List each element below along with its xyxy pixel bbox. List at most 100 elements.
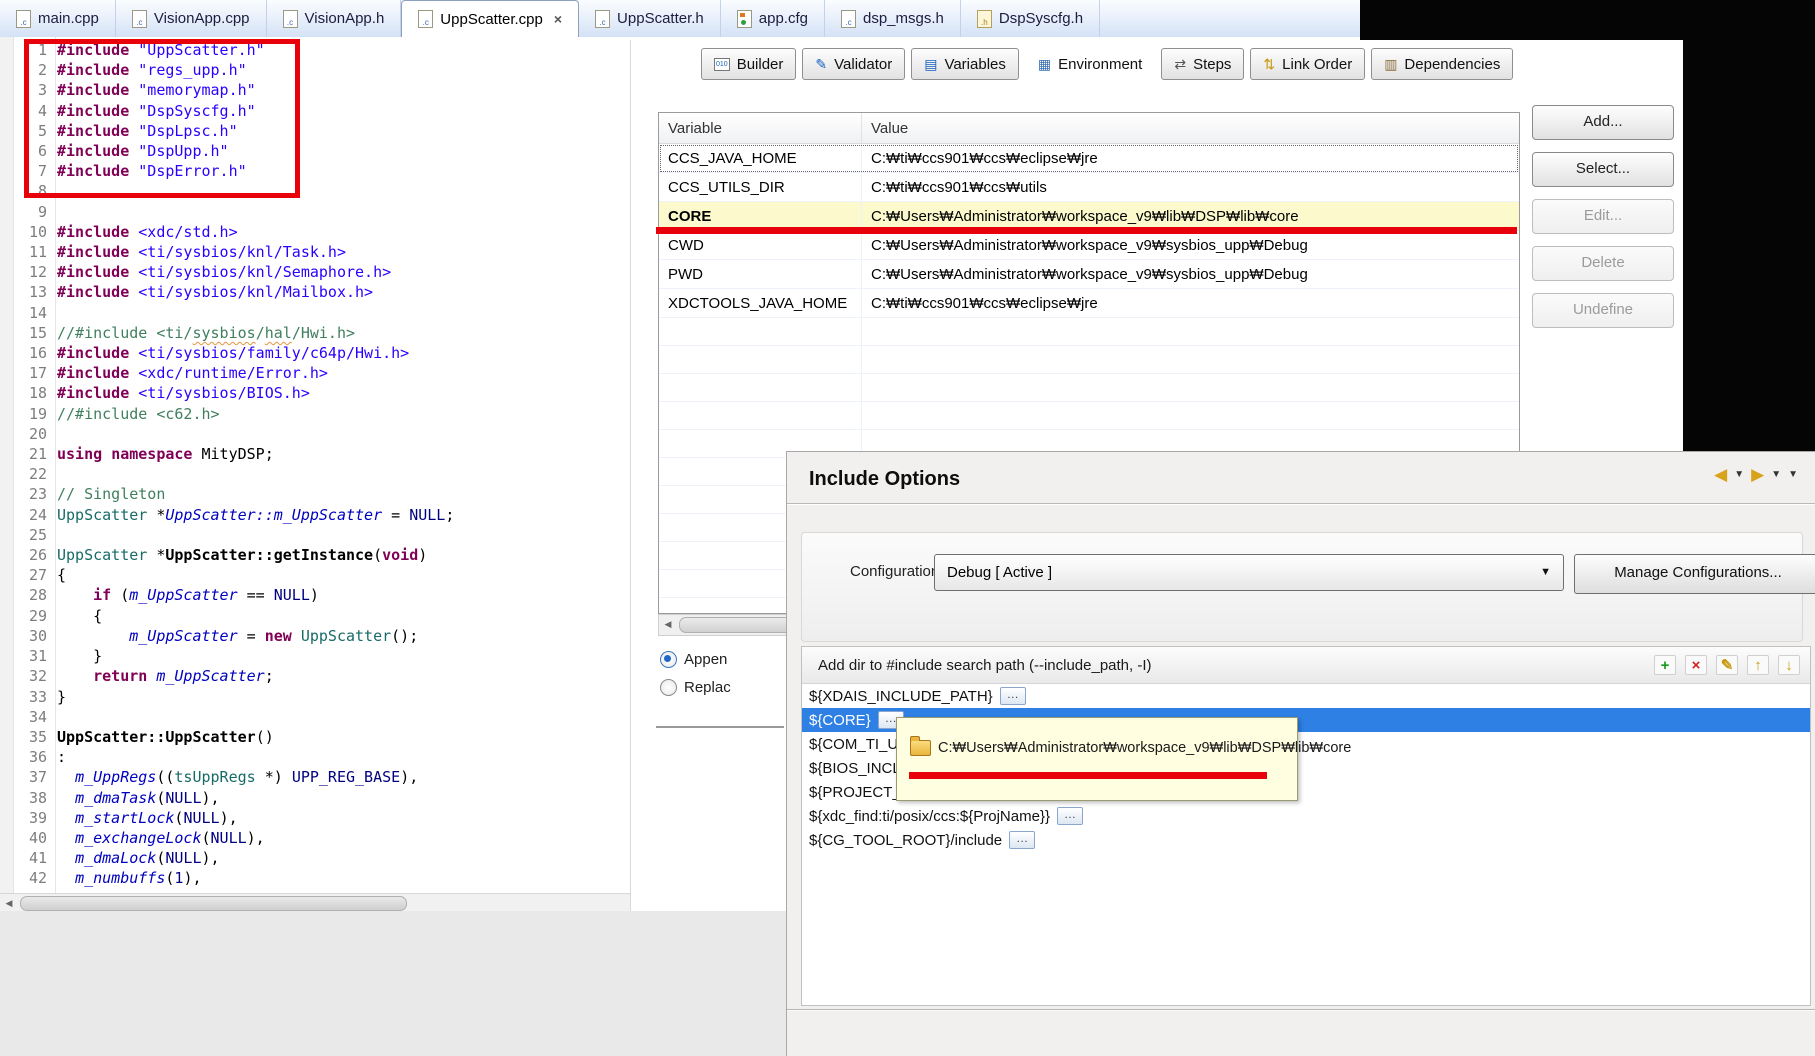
line-number: 31 [28,647,47,666]
code-token: } [57,687,67,706]
configuration-dropdown[interactable]: Debug [ Active ] ▼ [934,554,1564,591]
forward-menu-icon[interactable]: ▼ [1771,469,1781,480]
properties-tab-dependencies[interactable]: ▥ Dependencies [1371,48,1514,80]
code-token: //#include <c62.h> [57,404,220,423]
code-text: m_UppScatter = new UppScatter(); [57,626,418,646]
code-line: 36: [0,747,454,767]
env-row-CCS_UTILS_DIR[interactable]: CCS_UTILS_DIR C:₩ti₩ccs901₩ccs₩utils [659,173,1519,202]
code-text: #include <xdc/runtime/Error.h> [57,363,328,383]
code-line: 33} [0,687,454,707]
manage-configurations-button[interactable]: Manage Configurations... [1574,554,1815,594]
code-token: #include [57,344,139,363]
tab-label: VisionApp.cpp [153,10,250,27]
back-icon[interactable]: ◀ [1714,466,1727,483]
code-line: 21 using namespace MityDSP; [0,444,454,464]
editor-tab-main.cpp[interactable]: .c main.cpp [0,0,116,37]
code-token: UppScatter::m_UppScatter [165,505,383,524]
code-line: 10 #include <xdc/std.h> [0,222,454,242]
dialog-bottom-separator [787,1009,1815,1010]
browse-more-icon[interactable]: … [1009,831,1036,849]
close-icon[interactable]: × [554,11,562,27]
code-text: //#include <ti/sysbios/hal/Hwi.h> [57,323,355,343]
env-variable-value: C:₩ti₩ccs901₩ccs₩eclipse₩jre [861,289,1519,317]
code-token: m_UppScatter [129,626,238,645]
edit-include-icon[interactable]: ✎ [1716,655,1738,675]
forward-icon[interactable]: ▶ [1751,466,1764,483]
line-number: 33 [28,687,47,706]
radio-replace[interactable]: Replac [660,673,784,701]
column-header-variable[interactable]: Variable [659,113,862,143]
chevron-down-icon[interactable]: ▼ [1540,555,1551,590]
properties-tab-variables[interactable]: ▤ Variables [911,48,1019,80]
env-row-CWD[interactable]: CWD C:₩Users₩Administrator₩workspace_v9₩s… [659,231,1519,260]
editor-tab-UppScatter.h[interactable]: .c UppScatter.h [579,0,721,37]
editor-tab-DspSyscfg.h[interactable]: .h DspSyscfg.h [961,0,1101,37]
link-order-icon: ⇅ [1263,56,1276,72]
env-variable-value: C:₩Users₩Administrator₩workspace_v9₩lib₩… [861,202,1519,230]
properties-tab-builder[interactable]: 010 Builder [701,48,797,80]
table-horizontal-scrollbar[interactable]: ◀ [658,614,789,636]
code-text: UppScatter::UppScatter() [57,727,274,747]
radio-append[interactable]: Appen [660,645,784,673]
editor-tab-app.cfg[interactable]: app.cfg [721,0,825,37]
line-number: 36 [28,748,47,767]
back-menu-icon[interactable]: ▼ [1734,469,1744,480]
properties-tab-steps[interactable]: ⇄ Steps [1161,48,1245,80]
scrollbar-thumb[interactable] [679,617,788,633]
include-path-item[interactable]: ${XDAIS_INCLUDE_PATH}… [802,684,1810,708]
editor-tab-VisionApp.cpp[interactable]: .c VisionApp.cpp [116,0,267,37]
code-token: { [57,606,103,625]
properties-tab-validator[interactable]: ✎ Validator [802,48,906,80]
delete-include-icon[interactable]: × [1685,655,1707,675]
code-text: m_dmaLock(NULL), [57,848,220,868]
add-include-icon[interactable]: + [1654,655,1676,675]
env-row-CCS_JAVA_HOME[interactable]: CCS_JAVA_HOME C:₩ti₩ccs901₩ccs₩eclipse₩jr… [659,144,1519,173]
add-button[interactable]: Add... [1532,105,1674,140]
browse-more-icon[interactable]: … [1056,807,1083,825]
properties-tab-environment[interactable]: ▦ Environment [1025,48,1155,80]
line-number: 39 [28,808,47,827]
radio-button-icon[interactable] [660,650,677,668]
include-path-label: ${CORE} [809,711,871,729]
code-line: 25 [0,525,454,545]
column-header-value[interactable]: Value [862,120,1519,137]
folder-icon [910,736,931,756]
code-token: m_startLock [75,808,175,827]
c-file-icon: .c [131,9,147,28]
view-menu-icon[interactable]: ▼ [1788,469,1798,480]
code-token: m_UppRegs [75,768,157,787]
code-token: UppScatter::getInstance [165,546,374,565]
scroll-left-icon[interactable]: ◀ [0,894,18,912]
delete-button: Delete [1532,246,1674,281]
include-path-item[interactable]: ${xdc_find:ti/posix/ccs:${ProjName}}… [802,804,1810,828]
scrollbar-thumb[interactable] [20,896,407,911]
move-down-include-icon[interactable]: ↓ [1778,655,1800,675]
tab-label: Validator [834,55,893,73]
browse-more-icon[interactable]: … [999,687,1026,705]
properties-tab-link-order[interactable]: ⇅ Link Order [1250,48,1366,80]
radio-button-icon[interactable] [660,678,677,696]
tab-label: Link Order [1282,55,1353,73]
include-options-dialog: Include Options ◀ ▼ ▶ ▼ ▼ Configuration: Deb… [786,451,1815,1056]
environment-mode-radios: Appen Replac [660,645,784,701]
code-text: UppScatter *UppScatter::m_UppScatter = N… [57,505,454,525]
select-button[interactable]: Select... [1532,152,1674,187]
code-line: 39 m_startLock(NULL), [0,808,454,828]
c-file-icon: .c [840,9,856,28]
scroll-left-icon[interactable]: ◀ [659,615,677,633]
code-line: 30 m_UppScatter = new UppScatter(); [0,626,454,646]
include-path-header-label: Add dir to #include search path (--inclu… [818,656,1152,674]
tab-label: Variables [944,55,1006,73]
editor-tab-VisionApp.h[interactable]: .c VisionApp.h [267,0,402,37]
include-path-item[interactable]: ${CG_TOOL_ROOT}/include… [802,828,1810,852]
editor-tab-UppScatter.cpp[interactable]: .c UppScatter.cpp × [401,0,580,37]
env-row-XDCTOOLS_JAVA_HOME[interactable]: XDCTOOLS_JAVA_HOME C:₩ti₩ccs901₩ccs₩eclip… [659,289,1519,318]
editor-horizontal-scrollbar[interactable]: ◀ [0,893,630,912]
code-token: /Hwi.h> [291,323,356,342]
line-number: 32 [28,667,47,686]
move-up-include-icon[interactable]: ↑ [1747,655,1769,675]
editor-tab-dsp_msgs.h[interactable]: .c dsp_msgs.h [825,0,961,37]
code-token: <ti/sysbios/BIOS.h> [138,384,310,403]
env-row-PWD[interactable]: PWD C:₩Users₩Administrator₩workspace_v9₩s… [659,260,1519,289]
